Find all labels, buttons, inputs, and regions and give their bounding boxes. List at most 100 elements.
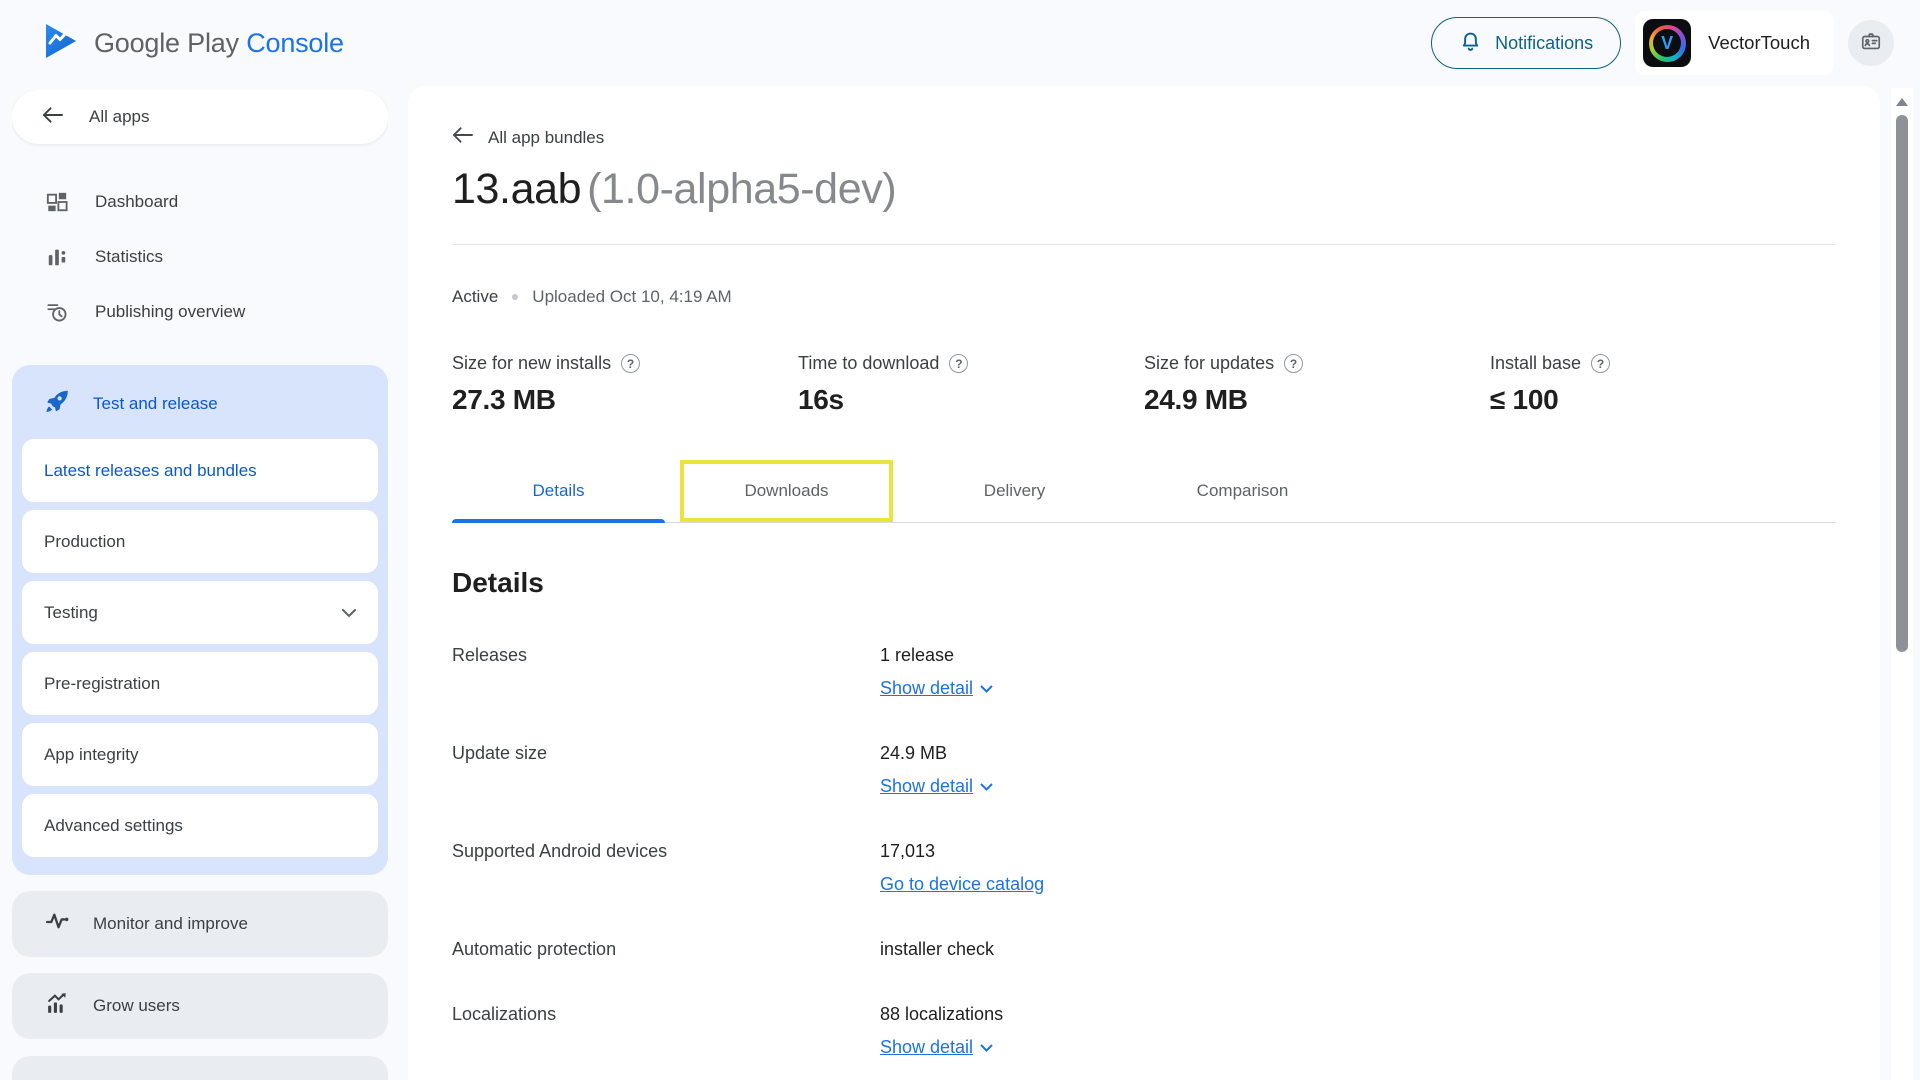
help-icon[interactable]: ? bbox=[1591, 354, 1610, 373]
detail-row-automatic-protection: Automatic protection installer check bbox=[452, 939, 1836, 960]
sidebar-item-latest-releases-and-bundles[interactable]: Latest releases and bundles bbox=[22, 439, 378, 502]
sidebar-item-pre-registration[interactable]: Pre-registration bbox=[22, 652, 378, 715]
vertical-scrollbar bbox=[1891, 88, 1913, 1080]
google-play-console-logo[interactable]: Google Play Console bbox=[44, 22, 344, 65]
sub-item-label: Testing bbox=[44, 603, 98, 623]
scrollbar-thumb[interactable] bbox=[1896, 115, 1908, 652]
bell-icon bbox=[1459, 29, 1482, 58]
sidebar: All apps Dashboard bbox=[12, 90, 388, 1080]
vectortouch-app-icon: V bbox=[1643, 19, 1691, 67]
sub-item-label: Pre-registration bbox=[44, 674, 160, 694]
metric-install-base: Install base ? ≤ 100 bbox=[1490, 353, 1836, 416]
back-arrow-icon[interactable] bbox=[452, 126, 473, 149]
device-catalog-link[interactable]: Go to device catalog bbox=[880, 874, 1044, 895]
help-icon[interactable]: ? bbox=[949, 354, 968, 373]
metric-label: Size for updates bbox=[1144, 353, 1274, 374]
page-title: 13.aab(1.0-alpha5-dev) bbox=[452, 165, 1836, 214]
notifications-label: Notifications bbox=[1495, 33, 1593, 54]
notifications-button[interactable]: Notifications bbox=[1431, 17, 1621, 69]
all-apps-button[interactable]: All apps bbox=[12, 90, 388, 144]
bundle-version: (1.0-alpha5-dev) bbox=[587, 165, 896, 213]
sidebar-item-partial[interactable] bbox=[12, 1056, 388, 1080]
sidebar-item-testing[interactable]: Testing bbox=[22, 581, 378, 644]
sub-item-label: Latest releases and bundles bbox=[44, 461, 257, 481]
row-value: 24.9 MB bbox=[880, 743, 993, 764]
sidebar-item-label: Statistics bbox=[95, 247, 163, 267]
sidebar-item-dashboard[interactable]: Dashboard bbox=[12, 174, 388, 229]
developer-badge-button[interactable] bbox=[1848, 20, 1894, 66]
uploaded-timestamp: Uploaded Oct 10, 4:19 AM bbox=[532, 287, 731, 307]
metric-value: 27.3 MB bbox=[452, 384, 798, 416]
chevron-down-icon bbox=[980, 680, 993, 698]
metric-value: ≤ 100 bbox=[1490, 384, 1836, 416]
help-icon[interactable]: ? bbox=[1284, 354, 1303, 373]
section-label: Grow users bbox=[93, 996, 180, 1016]
test-and-release-section: Test and release Latest releases and bun… bbox=[12, 365, 388, 875]
title-divider bbox=[452, 244, 1836, 245]
metrics-row: Size for new installs ? 27.3 MB Time to … bbox=[452, 353, 1836, 416]
help-icon[interactable]: ? bbox=[621, 354, 640, 373]
sub-item-label: App integrity bbox=[44, 745, 139, 765]
show-detail-link[interactable]: Show detail bbox=[880, 678, 993, 699]
sidebar-item-publishing-overview[interactable]: Publishing overview bbox=[12, 284, 388, 339]
dashboard-icon bbox=[45, 191, 69, 213]
id-badge-icon bbox=[1860, 31, 1882, 56]
status-row: Active Uploaded Oct 10, 4:19 AM bbox=[452, 287, 1836, 307]
play-triangle-icon bbox=[44, 22, 78, 65]
chevron-down-icon bbox=[342, 603, 356, 623]
show-detail-link[interactable]: Show detail bbox=[880, 776, 993, 797]
sub-item-label: Production bbox=[44, 532, 125, 552]
app-header: Google Play Console Notifications V Vect… bbox=[0, 0, 1920, 86]
sidebar-item-label: Dashboard bbox=[95, 192, 178, 212]
section-label: Test and release bbox=[93, 394, 218, 414]
row-value: 88 localizations bbox=[880, 1004, 1003, 1025]
back-arrow-icon bbox=[42, 106, 63, 129]
brand-text: Google Play Console bbox=[94, 28, 344, 59]
account-name: VectorTouch bbox=[1708, 32, 1810, 54]
sidebar-item-production[interactable]: Production bbox=[22, 510, 378, 573]
statistics-icon bbox=[45, 246, 69, 268]
pulse-icon bbox=[45, 909, 70, 939]
sidebar-item-app-integrity[interactable]: App integrity bbox=[22, 723, 378, 786]
sidebar-item-statistics[interactable]: Statistics bbox=[12, 229, 388, 284]
status-badge: Active bbox=[452, 287, 498, 307]
sidebar-item-monitor-and-improve[interactable]: Monitor and improve bbox=[12, 891, 388, 957]
metric-time-to-download: Time to download ? 16s bbox=[798, 353, 1144, 416]
details-section-heading: Details bbox=[452, 567, 1836, 599]
show-detail-link[interactable]: Show detail bbox=[880, 1037, 993, 1058]
row-value: installer check bbox=[880, 939, 994, 960]
chevron-down-icon bbox=[980, 1039, 993, 1057]
sidebar-item-label: Publishing overview bbox=[95, 302, 245, 322]
sidebar-item-advanced-settings[interactable]: Advanced settings bbox=[22, 794, 378, 857]
breadcrumb[interactable]: All app bundles bbox=[452, 126, 604, 149]
metric-value: 16s bbox=[798, 384, 1144, 416]
growth-icon bbox=[45, 991, 70, 1021]
account-chip[interactable]: V VectorTouch bbox=[1635, 11, 1834, 75]
row-value: 1 release bbox=[880, 645, 993, 666]
row-value: 17,013 bbox=[880, 841, 1044, 862]
status-separator-dot bbox=[512, 294, 518, 300]
publishing-overview-icon bbox=[45, 301, 69, 323]
detail-row-update-size: Update size 24.9 MB Show detail bbox=[452, 743, 1836, 797]
metric-label: Size for new installs bbox=[452, 353, 611, 374]
bundle-name: 13.aab bbox=[452, 165, 581, 213]
sidebar-item-test-and-release[interactable]: Test and release bbox=[12, 365, 388, 439]
detail-row-releases: Releases 1 release Show detail bbox=[452, 645, 1836, 699]
all-apps-label: All apps bbox=[89, 107, 149, 127]
detail-row-supported-devices: Supported Android devices 17,013 Go to d… bbox=[452, 841, 1836, 895]
tab-details[interactable]: Details bbox=[452, 460, 665, 522]
details-rows: Releases 1 release Show detail Update si… bbox=[452, 645, 1836, 1058]
breadcrumb-label[interactable]: All app bundles bbox=[488, 128, 604, 148]
metric-size-for-updates: Size for updates ? 24.9 MB bbox=[1144, 353, 1490, 416]
scroll-up-arrow[interactable] bbox=[1896, 98, 1908, 106]
sidebar-item-grow-users[interactable]: Grow users bbox=[12, 973, 388, 1039]
metric-size-for-new-installs: Size for new installs ? 27.3 MB bbox=[452, 353, 798, 416]
tab-delivery[interactable]: Delivery bbox=[908, 460, 1121, 522]
tab-downloads[interactable]: Downloads bbox=[680, 460, 893, 522]
rocket-icon bbox=[43, 388, 70, 420]
metric-label: Install base bbox=[1490, 353, 1581, 374]
tab-comparison[interactable]: Comparison bbox=[1136, 460, 1349, 522]
section-label: Monitor and improve bbox=[93, 914, 248, 934]
detail-row-localizations: Localizations 88 localizations Show deta… bbox=[452, 1004, 1836, 1058]
metric-label: Time to download bbox=[798, 353, 939, 374]
